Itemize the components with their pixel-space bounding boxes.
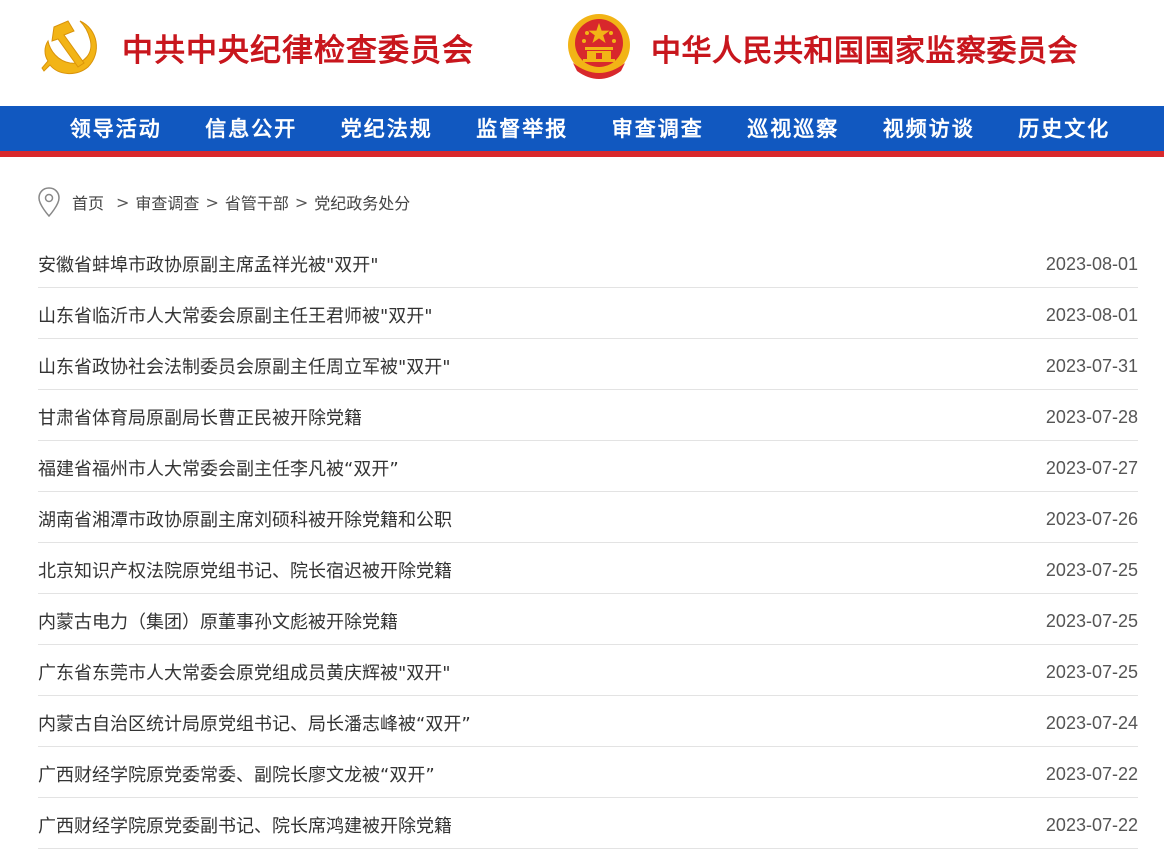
article-date: 2023-07-24 (1045, 712, 1138, 733)
breadcrumb-disciplinary-sanctions[interactable]: 党纪政务处分 (314, 190, 410, 214)
list-item: 安徽省蚌埠市政协原副主席孟祥光被"双开" 2023-08-01 (38, 237, 1138, 288)
article-date: 2023-08-01 (1045, 304, 1138, 325)
article-title-link[interactable]: 山东省临沂市人大常委会原副主任王君师被"双开" (38, 302, 433, 328)
nav-list: 领导活动 信息公开 党纪法规 监督举报 审查调查 巡视巡察 视频访谈 历史文化 (48, 106, 1132, 151)
list-item: 内蒙古自治区统计局原党组书记、局长潘志峰被“双开” 2023-07-24 (38, 696, 1138, 747)
nav-item-information-disclosure[interactable]: 信息公开 (184, 106, 320, 151)
article-title-link[interactable]: 山东省政协社会法制委员会原副主任周立军被"双开" (38, 353, 451, 379)
article-date: 2023-07-22 (1045, 763, 1138, 784)
list-item: 内蒙古电力（集团）原董事孙文彪被开除党籍 2023-07-25 (38, 594, 1138, 645)
nav-item-history-culture[interactable]: 历史文化 (997, 106, 1133, 151)
article-title-link[interactable]: 广东省东莞市人大常委会原党组成员黄庆辉被"双开" (38, 659, 451, 685)
list-item: 山东省政协社会法制委员会原副主任周立军被"双开" 2023-07-31 (38, 339, 1138, 390)
list-item: 福建省福州市人大常委会副主任李凡被“双开” 2023-07-27 (38, 441, 1138, 492)
breadcrumb-separator: > (116, 192, 130, 212)
breadcrumb-separator: > (294, 192, 309, 212)
article-date: 2023-07-25 (1045, 610, 1138, 631)
article-date: 2023-08-01 (1045, 253, 1138, 274)
article-date: 2023-07-31 (1045, 355, 1138, 376)
nav-item-inspection-tours[interactable]: 巡视巡察 (726, 106, 862, 151)
list-item: 广西财经学院原党委常委、副院长廖文龙被“双开” 2023-07-22 (38, 747, 1138, 798)
article-title-link[interactable]: 内蒙古电力（集团）原董事孙文彪被开除党籍 (38, 608, 398, 634)
nsc-brand[interactable]: 中华人民共和国国家监察委员会 (565, 10, 1078, 85)
nav-red-stripe (0, 151, 1164, 157)
breadcrumb-provincial-cadres[interactable]: 省管干部 (225, 190, 289, 214)
article-title-link[interactable]: 福建省福州市人大常委会副主任李凡被“双开” (38, 455, 399, 481)
ccdi-brand[interactable]: 中共中央纪律检查委员会 (40, 10, 474, 85)
location-pin-icon (36, 186, 62, 218)
nav-item-supervision-reporting[interactable]: 监督举报 (455, 106, 591, 151)
main-nav: 领导活动 信息公开 党纪法规 监督举报 审查调查 巡视巡察 视频访谈 历史文化 (0, 106, 1164, 151)
list-item: 湖南省湘潭市政协原副主席刘硕科被开除党籍和公职 2023-07-26 (38, 492, 1138, 543)
breadcrumb-separator: > (205, 192, 219, 212)
article-date: 2023-07-28 (1045, 406, 1138, 427)
article-title-link[interactable]: 内蒙古自治区统计局原党组书记、局长潘志峰被“双开” (38, 710, 471, 736)
nsc-title: 中华人民共和国国家监察委员会 (651, 33, 1078, 69)
article-title-link[interactable]: 北京知识产权法院原党组书记、院长宿迟被开除党籍 (38, 557, 452, 583)
article-title-link[interactable]: 甘肃省体育局原副局长曹正民被开除党籍 (38, 404, 362, 430)
breadcrumb: 首页 > 审查调查 > 省管干部 > 党纪政务处分 (36, 186, 410, 218)
list-item: 山东省临沂市人大常委会原副主任王君师被"双开" 2023-08-01 (38, 288, 1138, 339)
list-item: 广东省东莞市人大常委会原党组成员黄庆辉被"双开" 2023-07-25 (38, 645, 1138, 696)
article-date: 2023-07-25 (1045, 661, 1138, 682)
nav-item-party-regulations[interactable]: 党纪法规 (319, 106, 455, 151)
article-date: 2023-07-22 (1045, 814, 1138, 835)
list-item: 甘肃省体育局原副局长曹正民被开除党籍 2023-07-28 (38, 390, 1138, 441)
national-emblem-icon (565, 11, 633, 85)
party-emblem-icon (40, 13, 106, 83)
article-title-link[interactable]: 湖南省湘潭市政协原副主席刘硕科被开除党籍和公职 (38, 506, 452, 532)
article-date: 2023-07-26 (1045, 508, 1138, 529)
article-title-link[interactable]: 安徽省蚌埠市政协原副主席孟祥光被"双开" (38, 251, 379, 277)
ccdi-title: 中共中央纪律检查委员会 (122, 33, 474, 69)
article-list: 安徽省蚌埠市政协原副主席孟祥光被"双开" 2023-08-01 山东省临沂市人大… (38, 237, 1138, 849)
breadcrumb-home[interactable]: 首页 (72, 190, 104, 214)
nav-item-review-investigation[interactable]: 审查调查 (590, 106, 726, 151)
site-header: 中共中央纪律检查委员会 中华人民共和国国家监察委员会 (0, 0, 1164, 106)
list-item: 北京知识产权法院原党组书记、院长宿迟被开除党籍 2023-07-25 (38, 543, 1138, 594)
nav-item-leadership-activities[interactable]: 领导活动 (48, 106, 184, 151)
breadcrumb-review-investigation[interactable]: 审查调查 (135, 190, 199, 214)
list-item: 广西财经学院原党委副书记、院长席鸿建被开除党籍 2023-07-22 (38, 798, 1138, 849)
nav-item-video-interviews[interactable]: 视频访谈 (861, 106, 997, 151)
article-title-link[interactable]: 广西财经学院原党委副书记、院长席鸿建被开除党籍 (38, 812, 452, 838)
article-date: 2023-07-25 (1045, 559, 1138, 580)
article-title-link[interactable]: 广西财经学院原党委常委、副院长廖文龙被“双开” (38, 761, 435, 787)
article-date: 2023-07-27 (1045, 457, 1138, 478)
